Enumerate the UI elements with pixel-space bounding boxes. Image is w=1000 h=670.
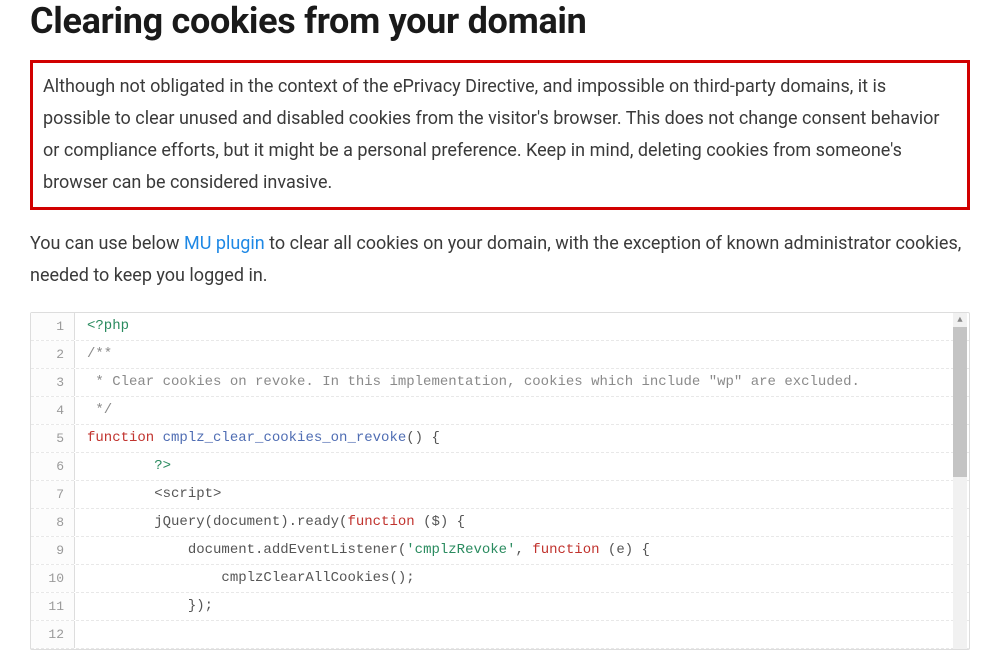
line-number: 3 (31, 369, 75, 396)
line-content: jQuery(document).ready(function ($) { (75, 509, 969, 536)
code-line: 7 <script> (31, 481, 969, 509)
line-number: 8 (31, 509, 75, 536)
line-content: <?php (75, 313, 969, 340)
line-number: 12 (31, 621, 75, 648)
line-content: cmplzClearAllCookies(); (75, 565, 969, 592)
line-content (75, 621, 969, 648)
line-content: ?> (75, 453, 969, 480)
highlighted-paragraph: Although not obligated in the context of… (43, 71, 957, 199)
intro-text-before: You can use below (30, 233, 184, 254)
intro-paragraph: You can use below MU plugin to clear all… (30, 228, 970, 292)
code-scroll-area[interactable]: 1<?php2/**3 * Clear cookies on revoke. I… (31, 313, 969, 649)
line-number: 10 (31, 565, 75, 592)
line-number: 1 (31, 313, 75, 340)
highlighted-callout: Although not obligated in the context of… (30, 60, 970, 210)
code-block: 1<?php2/**3 * Clear cookies on revoke. I… (30, 312, 970, 650)
code-line: 9 document.addEventListener('cmplzRevoke… (31, 537, 969, 565)
line-number: 2 (31, 341, 75, 368)
page-title: Clearing cookies from your domain (30, 0, 970, 42)
code-line: 11 }); (31, 593, 969, 621)
line-content: function cmplz_clear_cookies_on_revoke()… (75, 425, 969, 452)
code-line: 8 jQuery(document).ready(function ($) { (31, 509, 969, 537)
code-line: 12 (31, 621, 969, 649)
code-line: 2/** (31, 341, 969, 369)
line-content: }); (75, 593, 969, 620)
code-line: 1<?php (31, 313, 969, 341)
line-number: 9 (31, 537, 75, 564)
line-number: 7 (31, 481, 75, 508)
code-line: 10 cmplzClearAllCookies(); (31, 565, 969, 593)
code-line: 6 ?> (31, 453, 969, 481)
line-number: 4 (31, 397, 75, 424)
mu-plugin-link[interactable]: MU plugin (184, 233, 265, 254)
line-number: 6 (31, 453, 75, 480)
code-line: 3 * Clear cookies on revoke. In this imp… (31, 369, 969, 397)
line-number: 11 (31, 593, 75, 620)
code-line: 4 */ (31, 397, 969, 425)
line-content: document.addEventListener('cmplzRevoke',… (75, 537, 969, 564)
code-line: 5function cmplz_clear_cookies_on_revoke(… (31, 425, 969, 453)
line-content: */ (75, 397, 969, 424)
line-content: * Clear cookies on revoke. In this imple… (75, 369, 969, 396)
line-content: /** (75, 341, 969, 368)
line-content: <script> (75, 481, 969, 508)
line-number: 5 (31, 425, 75, 452)
